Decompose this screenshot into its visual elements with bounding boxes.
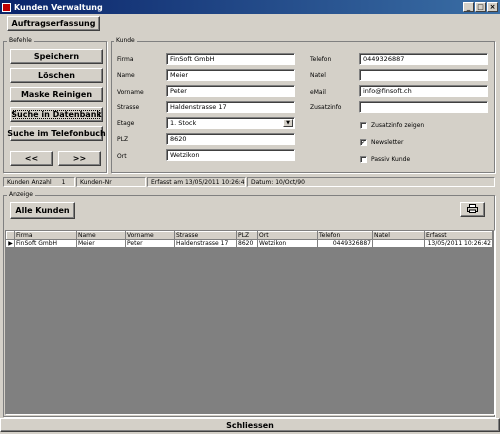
title-bar: Kunden Verwaltung _ □ × (0, 0, 500, 14)
column-header[interactable]: PLZ (236, 231, 258, 240)
alle-kunden-button[interactable]: Alle Kunden (10, 202, 75, 219)
auftragserfassung-button[interactable]: Auftragserfassung (7, 16, 100, 31)
printer-icon (467, 204, 478, 215)
table-cell[interactable]: FinSoft GmbH (14, 239, 77, 248)
erfasst-cell: Erfasst am 13/05/2011 10:26:42 (147, 177, 246, 187)
ort-field[interactable]: Wetzikon (166, 149, 295, 161)
kunde-label: Kunde (114, 37, 137, 44)
newsletter-checkbox[interactable]: ✓ Newsletter (360, 139, 403, 146)
etage-select[interactable]: 1. Stock ▼ (166, 117, 295, 129)
name-label: Name (117, 72, 135, 79)
natel-label: Natel (310, 72, 326, 79)
column-header[interactable]: Ort (257, 231, 318, 240)
column-header[interactable]: Telefon (317, 231, 373, 240)
telefon-label: Telefon (310, 56, 332, 63)
email-label: eMail (310, 89, 326, 96)
table-cell[interactable]: Haldenstrasse 17 (174, 239, 237, 248)
newsletter-box[interactable]: ✓ (360, 139, 367, 146)
suche-datenbank-button[interactable]: Suche in Datenbank (10, 107, 103, 122)
row-indicator-icon[interactable]: ▶ (6, 239, 15, 248)
table-cell[interactable] (372, 239, 425, 248)
anzeige-label: Anzeige (7, 191, 35, 198)
etage-value: 1. Stock (170, 119, 197, 127)
header-indicator-cell (6, 231, 15, 240)
passiv-kunde-text: Passiv Kunde (371, 156, 411, 163)
schliessen-button[interactable]: Schliessen (0, 418, 500, 432)
etage-label: Etage (117, 120, 135, 127)
column-header[interactable]: Natel (372, 231, 425, 240)
speichern-button[interactable]: Speichern (10, 49, 103, 64)
table-cell[interactable]: Wetzikon (257, 239, 318, 248)
table-cell[interactable]: Peter (125, 239, 175, 248)
zusatzinfo-zeigen-checkbox[interactable]: Zusatzinfo zeigen (360, 122, 424, 129)
customer-table: Firma Name Vorname Strasse PLZ Ort Telef… (6, 231, 493, 248)
email-field[interactable]: info@finsoft.ch (359, 85, 488, 97)
zusatzinfo-zeigen-text: Zusatzinfo zeigen (371, 122, 425, 129)
datum-cell: Datum: 10/Oct/90 (247, 177, 495, 187)
plz-field[interactable]: 8620 (166, 133, 295, 145)
firma-field[interactable]: FinSoft GmbH (166, 53, 295, 65)
zusatzinfo-zeigen-box[interactable] (360, 122, 367, 129)
firma-label: Firma (117, 56, 134, 63)
strasse-label: Strasse (117, 104, 140, 111)
vorname-label: Vorname (117, 89, 144, 96)
minimize-button[interactable]: _ (463, 2, 474, 12)
kunden-anzahl-label: Kunden Anzahl (7, 178, 52, 186)
suche-telefonbuch-button[interactable]: Suche im Telefonbuch (7, 126, 106, 141)
close-button[interactable]: × (487, 2, 498, 12)
telefon-field[interactable]: 0449326887 (359, 53, 488, 65)
column-header[interactable]: Firma (14, 231, 77, 240)
column-header[interactable]: Erfasst (424, 231, 493, 240)
previous-button[interactable]: << (10, 151, 53, 166)
zusatzinfo-label: Zusatzinfo (310, 104, 342, 111)
zusatzinfo-field[interactable] (359, 101, 488, 113)
table-cell[interactable]: Meier (76, 239, 126, 248)
kunden-anzahl-value: 1 (61, 178, 66, 186)
chevron-down-icon[interactable]: ▼ (283, 119, 293, 127)
strasse-field[interactable]: Haldenstrasse 17 (166, 101, 295, 113)
column-header[interactable]: Name (76, 231, 126, 240)
column-header[interactable]: Vorname (125, 231, 175, 240)
table-cell[interactable]: 0449326887 (317, 239, 373, 248)
vorname-field[interactable]: Peter (166, 85, 295, 97)
window-title: Kunden Verwaltung (14, 2, 103, 12)
column-header[interactable]: Strasse (174, 231, 237, 240)
kunden-nr-cell: Kunden-Nr (76, 177, 146, 187)
ort-label: Ort (117, 153, 127, 160)
newsletter-text: Newsletter (371, 139, 404, 146)
table-header-row: Firma Name Vorname Strasse PLZ Ort Telef… (6, 231, 493, 240)
maske-reinigen-button[interactable]: Maske Reinigen (10, 87, 103, 102)
table-row[interactable]: ▶ FinSoft GmbH Meier Peter Haldenstrasse… (6, 239, 493, 248)
customer-grid[interactable]: Firma Name Vorname Strasse PLZ Ort Telef… (5, 230, 495, 415)
befehle-label: Befehle (7, 37, 34, 44)
loeschen-button[interactable]: Löschen (10, 68, 103, 83)
table-cell[interactable]: 13/05/2011 10:26:42 (424, 239, 493, 248)
print-button[interactable] (460, 202, 485, 217)
passiv-kunde-box[interactable] (360, 156, 367, 163)
next-button[interactable]: >> (58, 151, 101, 166)
plz-label: PLZ (117, 136, 129, 143)
maximize-button[interactable]: □ (475, 2, 486, 12)
passiv-kunde-checkbox[interactable]: Passiv Kunde (360, 156, 410, 163)
kunden-anzahl-cell: Kunden Anzahl 1 (3, 177, 75, 187)
name-field[interactable]: Meier (166, 69, 295, 81)
app-icon (2, 2, 11, 12)
table-cell[interactable]: 8620 (236, 239, 258, 248)
natel-field[interactable] (359, 69, 488, 81)
